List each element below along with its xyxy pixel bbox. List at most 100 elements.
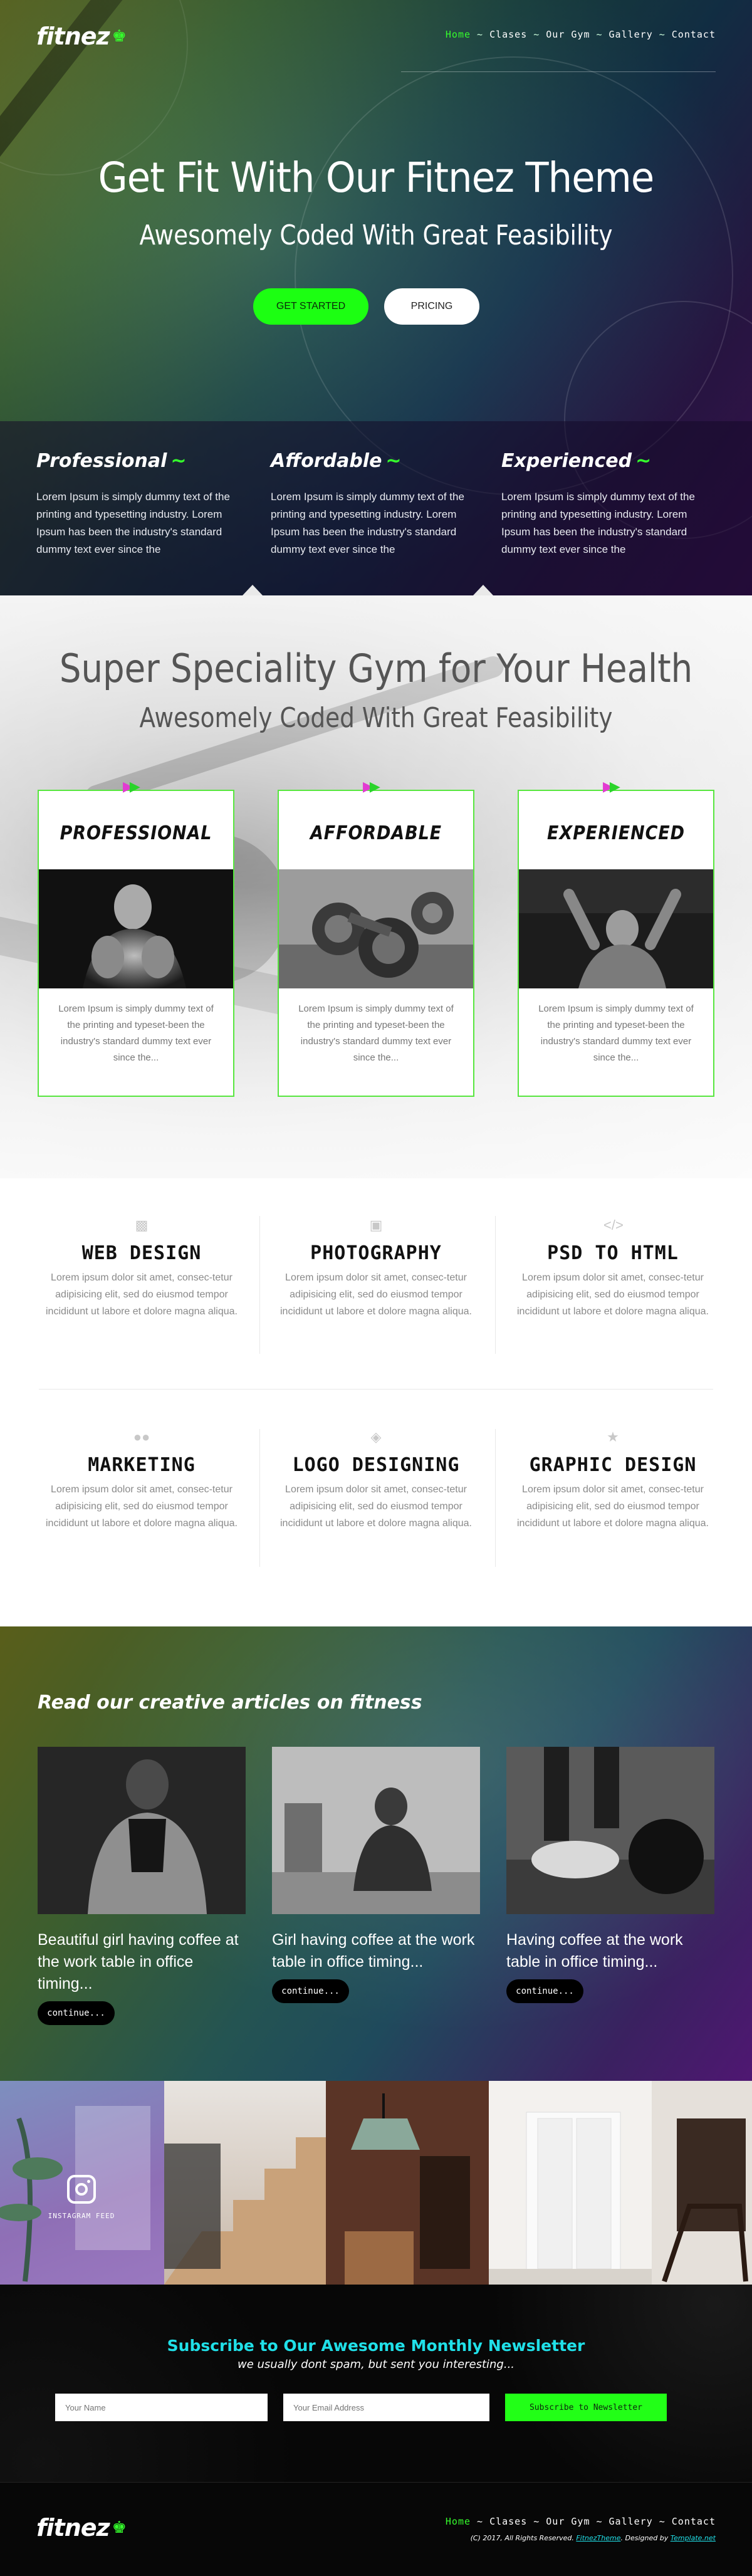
hero-subtitle: Awesomely Coded With Great Feasibility <box>139 219 613 251</box>
nav-our-gym[interactable]: Our Gym <box>546 29 590 40</box>
feature-notch <box>473 585 493 595</box>
feature-title: Experienced ~ <box>501 450 652 472</box>
articles-section: Read our creative articles on fitness Be… <box>0 1626 752 2081</box>
nav-separator: ~ <box>533 29 540 40</box>
article-photo[interactable] <box>506 1747 714 1914</box>
card-text: Lorem Ipsum is simply dummy text of the … <box>298 1003 454 1063</box>
service-marketing: ●● MARKETING Lorem ipsum dolor sit amet,… <box>35 1429 248 1532</box>
feature-title: Professional ~ <box>36 450 187 472</box>
feature-title: Affordable ~ <box>271 450 402 472</box>
continue-button[interactable]: continue... <box>506 1979 583 2003</box>
nav-clases[interactable]: Clases <box>489 29 527 40</box>
services-section: ▩ WEB DESIGN Lorem ipsum dolor sit amet,… <box>0 1178 752 1626</box>
woman-training-photo <box>519 869 713 988</box>
copyright-prefix: (C) 2017, All Rights Reserved. <box>470 2534 574 2542</box>
article-photo[interactable] <box>272 1747 480 1914</box>
card-professional[interactable]: ▶▶ PROFESSIONAL Lorem Ipsum is simply du… <box>38 778 234 1097</box>
card-text: Lorem Ipsum is simply dummy text of the … <box>538 1003 694 1063</box>
designed-by: . Designed by <box>620 2534 669 2542</box>
article-text: Beautiful girl having coffee at the work… <box>38 1931 239 1992</box>
gallery-image[interactable]: INSTAGRAM FEED <box>0 2081 164 2285</box>
footer-nav-our-gym[interactable]: Our Gym <box>546 2516 590 2527</box>
logo-text: fitnez <box>36 23 110 50</box>
gallery-image[interactable] <box>652 2081 752 2285</box>
footer-nav-home[interactable]: Home <box>446 2516 471 2527</box>
service-text: Lorem ipsum dolor sit amet, consec-tetur… <box>517 1484 709 1529</box>
pricing-button[interactable]: PRICING <box>384 288 479 325</box>
main-menu: Home ~ Clases ~ Our Gym ~ Gallery ~ Cont… <box>446 29 716 40</box>
service-web-design: ▩ WEB DESIGN Lorem ipsum dolor sit amet,… <box>35 1217 248 1320</box>
service-title: PHOTOGRAPHY <box>310 1242 442 1264</box>
speciality-subtitle: Awesomely Coded With Great Feasibility <box>139 702 613 734</box>
article-text: Having coffee at the work table in offic… <box>506 1931 683 1971</box>
double-arrow-icon: ▶▶ <box>603 778 620 794</box>
nav-divider <box>401 71 716 72</box>
speciality-section: Super Speciality Gym for Your Health Awe… <box>0 595 752 1178</box>
newsletter-section: Subscribe to Our Awesome Monthly Newslet… <box>0 2285 752 2482</box>
footer-logo[interactable]: fitnez ♚ <box>36 2514 127 2542</box>
instagram-feed[interactable]: INSTAGRAM FEED <box>44 2175 119 2221</box>
logo-text: fitnez <box>36 2514 110 2542</box>
newsletter-title: Subscribe to Our Awesome Monthly Newslet… <box>167 2337 585 2355</box>
gallery-image[interactable] <box>164 2081 326 2285</box>
service-divider <box>495 1216 496 1354</box>
trophy-icon: ★ <box>607 1429 619 1445</box>
feature-experienced: Experienced ~ Lorem Ipsum is simply dummy… <box>501 450 708 558</box>
service-divider <box>259 1216 260 1354</box>
feature-professional: Professional ~ Lorem Ipsum is simply dumm… <box>36 450 243 558</box>
service-photography: ▣ PHOTOGRAPHY Lorem ipsum dolor sit amet… <box>269 1217 483 1320</box>
site-logo[interactable]: fitnez ♚ <box>36 23 127 50</box>
service-divider <box>259 1429 260 1567</box>
footer-nav-gallery[interactable]: Gallery <box>609 2516 653 2527</box>
users-icon: ●● <box>133 1429 150 1445</box>
service-psd-to-html: </> PSD TO HTML Lorem ipsum dolor sit am… <box>506 1217 719 1320</box>
hero-title: Get Fit With Our Fitnez Theme <box>98 154 655 202</box>
article-card: Girl having coffee at the work table in … <box>272 1747 480 2003</box>
article-text: Girl having coffee at the work table in … <box>272 1931 475 1971</box>
service-text: Lorem ipsum dolor sit amet, consec-tetur… <box>280 1272 472 1317</box>
nav-contact[interactable]: Contact <box>672 29 716 40</box>
nav-gallery[interactable]: Gallery <box>609 29 653 40</box>
card-text: Lorem Ipsum is simply dummy text of the … <box>58 1003 214 1063</box>
subscribe-button[interactable]: Subscribe to Newsletter <box>505 2394 667 2421</box>
nav-separator: ~ <box>596 29 603 40</box>
brand-link[interactable]: FitnezTheme <box>576 2534 620 2542</box>
name-field[interactable] <box>55 2394 268 2421</box>
feature-affordable: Affordable ~ Lorem Ipsum is simply dummy … <box>271 450 478 558</box>
service-row-divider <box>39 1389 713 1390</box>
service-text: Lorem ipsum dolor sit amet, consec-tetur… <box>46 1484 238 1529</box>
continue-button[interactable]: continue... <box>38 2001 115 2025</box>
feature-notch <box>243 585 263 595</box>
bodybuilder-photo <box>39 869 233 988</box>
nav-separator: ~ <box>659 29 666 40</box>
footer-nav-clases[interactable]: Clases <box>489 2516 527 2527</box>
nav-home[interactable]: Home <box>446 29 471 40</box>
gallery-image[interactable] <box>326 2081 489 2285</box>
instagram-icon <box>67 2175 96 2204</box>
article-photo[interactable] <box>38 1747 246 1914</box>
card-title: EXPERIENCED <box>547 822 685 844</box>
newsletter-texture <box>0 2285 752 2482</box>
newsletter-subtitle: we usually dont spam, but sent you inter… <box>237 2358 515 2371</box>
gallery-image[interactable] <box>489 2081 652 2285</box>
get-started-button[interactable]: GET STARTED <box>253 288 368 325</box>
email-field[interactable] <box>283 2394 489 2421</box>
continue-button[interactable]: continue... <box>272 1979 349 2003</box>
double-arrow-icon: ▶▶ <box>363 778 380 794</box>
service-title: PSD TO HTML <box>547 1242 679 1264</box>
camera-icon: ▣ <box>369 1217 383 1233</box>
article-card: Having coffee at the work table in offic… <box>506 1747 714 2003</box>
footer-nav-contact[interactable]: Contact <box>672 2516 716 2527</box>
service-text: Lorem ipsum dolor sit amet, consec-tetur… <box>46 1272 238 1317</box>
nav-separator: ~ <box>659 2516 666 2527</box>
hero-section: fitnez ♚ Home ~ Clases ~ Our Gym ~ Galle… <box>0 0 752 595</box>
card-affordable[interactable]: ▶▶ AFFORDABLE Lorem Ipsum is simply dumm… <box>278 778 474 1097</box>
service-text: Lorem ipsum dolor sit amet, consec-tetur… <box>280 1484 472 1529</box>
designer-link[interactable]: Template.net <box>671 2534 716 2542</box>
code-icon: </> <box>603 1217 624 1233</box>
service-title: LOGO DESIGNING <box>292 1454 460 1476</box>
nav-separator: ~ <box>596 2516 603 2527</box>
card-title: PROFESSIONAL <box>60 822 212 844</box>
card-experienced[interactable]: ▶▶ EXPERIENCED Lorem Ipsum is simply dum… <box>518 778 714 1097</box>
speciality-title: Super Speciality Gym for Your Health <box>59 646 693 691</box>
